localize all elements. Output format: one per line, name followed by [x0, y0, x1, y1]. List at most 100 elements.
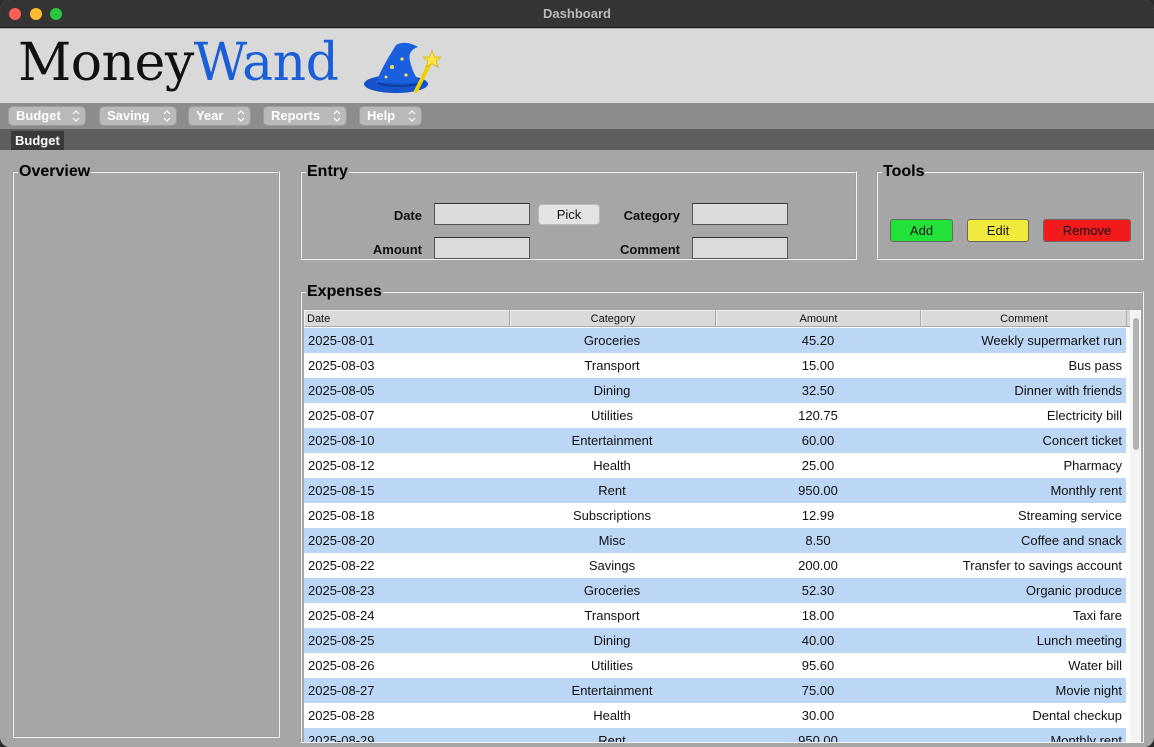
cell-amount: 18.00	[801, 608, 835, 623]
table-row[interactable]: 2025-08-18 Subscriptions 12.99 Streaming se…	[304, 503, 1126, 528]
cell-date: 2025-08-25	[308, 633, 375, 648]
date-input[interactable]	[434, 203, 530, 225]
table-row[interactable]: 2025-08-07 Utilities 120.75 Electricity bil…	[304, 403, 1126, 428]
window-title: Dashboard	[543, 6, 611, 21]
cell-comment: Coffee and snack	[1021, 533, 1122, 548]
cell-category: Health	[593, 458, 631, 473]
table-row[interactable]: 2025-08-10 Entertainment 60.00 Concert tick…	[304, 428, 1126, 453]
table-row[interactable]: 2025-08-05 Dining 32.50 Dinner with friends	[304, 378, 1126, 403]
cell-date: 2025-08-27	[308, 683, 375, 698]
menu-budget[interactable]: Budget	[8, 106, 86, 126]
pick-date-button[interactable]: Pick	[538, 204, 600, 225]
cell-amount: 25.00	[801, 458, 835, 473]
column-header-date[interactable]: Date	[304, 310, 510, 327]
cell-amount: 52.30	[801, 583, 835, 598]
main-content: Overview Entry Date Pick Category Amount…	[0, 150, 1154, 747]
cell-comment: Monthly rent	[1050, 733, 1122, 742]
column-header-comment[interactable]: Comment	[921, 310, 1127, 327]
cell-category: Dining	[593, 383, 631, 398]
cell-amount: 15.00	[801, 358, 835, 373]
cell-date: 2025-08-26	[308, 658, 375, 673]
cell-comment: Weekly supermarket run	[981, 333, 1122, 348]
column-header-category[interactable]: Category	[510, 310, 716, 327]
table-row[interactable]: 2025-08-23 Groceries 52.30 Organic produce	[304, 578, 1126, 603]
menu-reports-label: Reports	[271, 108, 321, 123]
category-input[interactable]	[692, 203, 788, 225]
cell-category: Misc	[598, 533, 626, 548]
cell-date: 2025-08-12	[308, 458, 375, 473]
cell-category: Entertainment	[571, 433, 653, 448]
cell-amount: 950.00	[798, 483, 838, 498]
table-row[interactable]: 2025-08-26 Utilities 95.60 Water bill	[304, 653, 1126, 678]
up-down-chevron-icon	[72, 110, 80, 122]
cell-comment: Dental checkup	[1032, 708, 1122, 723]
menu-bar: Budget Saving Year Reports Help	[0, 103, 1154, 129]
scrollbar-thumb[interactable]	[1133, 318, 1139, 450]
app-header: MoneyWand	[0, 29, 1154, 103]
up-down-chevron-icon	[163, 110, 171, 122]
cell-comment: Concert ticket	[1042, 433, 1122, 448]
menu-saving-label: Saving	[107, 108, 150, 123]
tools-panel: Tools Add Edit Remove	[876, 163, 1144, 260]
cell-category: Groceries	[583, 583, 641, 598]
table-row[interactable]: 2025-08-03 Transport 15.00 Bus pass	[304, 353, 1126, 378]
cell-comment: Pharmacy	[1063, 458, 1122, 473]
cell-category: Savings	[588, 558, 636, 573]
tab-budget[interactable]: Budget	[11, 131, 64, 150]
cell-comment: Transfer to savings account	[962, 558, 1122, 573]
cell-category: Health	[593, 708, 631, 723]
cell-amount: 950.00	[798, 733, 838, 742]
logo-text-wand: Wand	[193, 33, 339, 93]
cell-date: 2025-08-20	[308, 533, 375, 548]
menu-year-label: Year	[196, 108, 224, 123]
expenses-title: Expenses	[307, 283, 382, 300]
table-row[interactable]: 2025-08-22 Savings 200.00 Transfer to savin…	[304, 553, 1126, 578]
cell-comment: Streaming service	[1017, 508, 1122, 523]
cell-category: Groceries	[583, 333, 641, 348]
add-button[interactable]: Add	[890, 219, 953, 242]
remove-button[interactable]: Remove	[1043, 219, 1131, 242]
expenses-panel: Expenses Date Category Amount Comment 20…	[300, 283, 1144, 743]
amount-input[interactable]	[434, 237, 530, 259]
comment-input[interactable]	[692, 237, 788, 259]
cell-date: 2025-08-23	[308, 583, 375, 598]
expenses-table[interactable]: Date Category Amount Comment 2025-08-01 G…	[304, 310, 1141, 742]
cell-date: 2025-08-24	[308, 608, 375, 623]
cell-amount: 95.60	[801, 658, 835, 673]
table-row[interactable]: 2025-08-24 Transport 18.00 Taxi fare	[304, 603, 1126, 628]
menu-year[interactable]: Year	[188, 106, 251, 126]
cell-comment: Water bill	[1068, 658, 1122, 673]
cell-category: Transport	[584, 358, 640, 373]
cell-date: 2025-08-07	[308, 408, 375, 423]
cell-category: Subscriptions	[572, 508, 652, 523]
cell-amount: 8.50	[805, 533, 831, 548]
cell-category: Utilities	[591, 658, 633, 673]
menu-reports[interactable]: Reports	[263, 106, 347, 126]
table-row[interactable]: 2025-08-25 Dining 40.00 Lunch meeting	[304, 628, 1126, 653]
edit-button[interactable]: Edit	[967, 219, 1029, 242]
cell-comment: Electricity bill	[1046, 408, 1122, 423]
cell-date: 2025-08-29	[308, 733, 375, 742]
cell-comment: Taxi fare	[1072, 608, 1122, 623]
logo-text-money: Money	[18, 33, 194, 93]
overview-panel: Overview	[12, 163, 280, 738]
cell-date: 2025-08-15	[308, 483, 375, 498]
table-row[interactable]: 2025-08-27 Entertainment 75.00 Movie night	[304, 678, 1126, 703]
table-row[interactable]: 2025-08-29 Rent 950.00 Monthly rent	[304, 728, 1126, 742]
column-header-amount[interactable]: Amount	[716, 310, 921, 327]
cell-category: Utilities	[591, 408, 633, 423]
entry-title: Entry	[307, 163, 348, 180]
cell-date: 2025-08-28	[308, 708, 375, 723]
table-row[interactable]: 2025-08-15 Rent 950.00 Monthly rent	[304, 478, 1126, 503]
cell-date: 2025-08-01	[308, 333, 375, 348]
table-row[interactable]: 2025-08-01 Groceries 45.20 Weekly supermark…	[304, 328, 1126, 353]
table-row[interactable]: 2025-08-20 Misc 8.50 Coffee and snack	[304, 528, 1126, 553]
amount-label: Amount	[372, 242, 422, 257]
cell-date: 2025-08-22	[308, 558, 375, 573]
menu-help[interactable]: Help	[359, 106, 422, 126]
vertical-scrollbar[interactable]	[1130, 310, 1141, 742]
table-row[interactable]: 2025-08-28 Health 30.00 Dental checkup	[304, 703, 1126, 728]
table-row[interactable]: 2025-08-12 Health 25.00 Pharmacy	[304, 453, 1126, 478]
menu-saving[interactable]: Saving	[99, 106, 177, 126]
category-label: Category	[623, 208, 680, 223]
